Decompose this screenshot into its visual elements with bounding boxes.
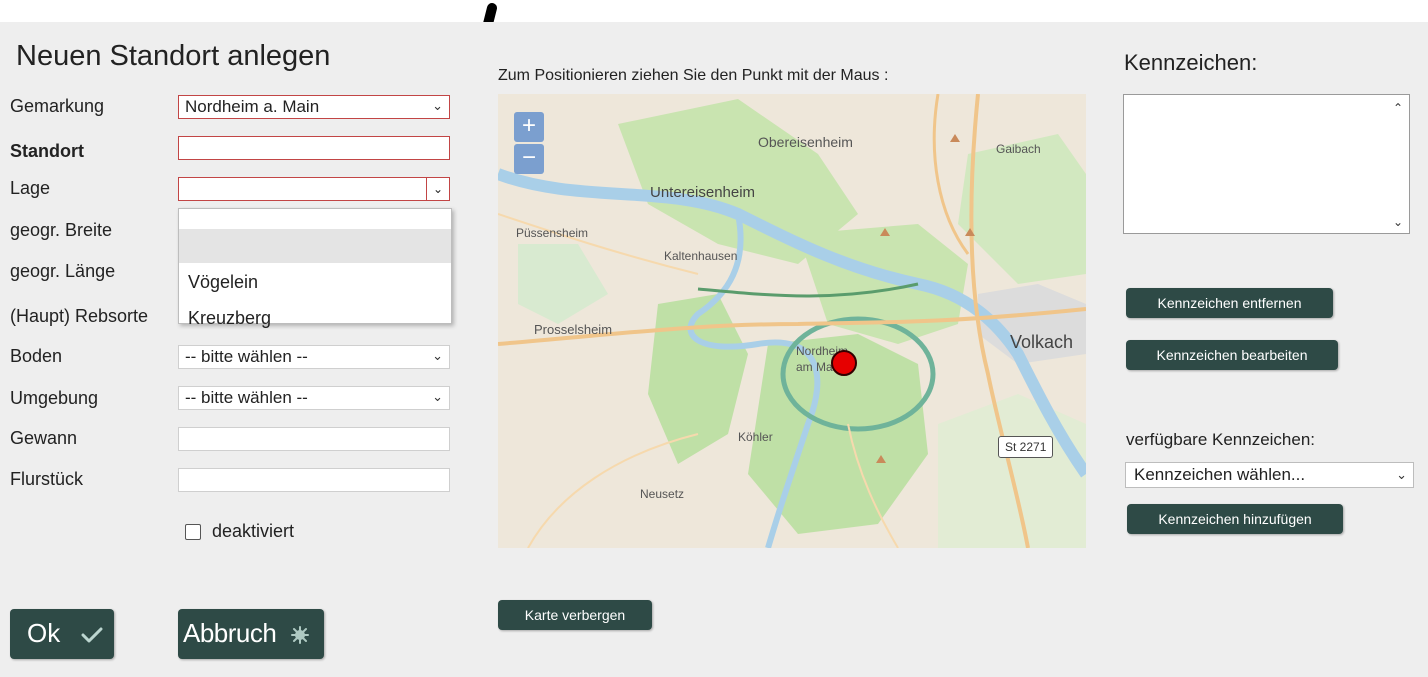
map-tiles <box>498 94 1086 548</box>
ok-label: Ok <box>27 618 61 648</box>
map-label-obereisenheim: Obereisenheim <box>758 134 853 150</box>
label-umgebung: Umgebung <box>10 388 99 408</box>
label-gemarkung: Gemarkung <box>10 96 105 116</box>
checkmark-icon <box>81 627 103 643</box>
gemarkung-select[interactable]: Nordheim a. Main ⌄ <box>178 95 450 119</box>
new-location-dialog: Neuen Standort anlegen Gemarkung Nordhei… <box>0 22 1428 677</box>
gemarkung-value: Nordheim a. Main <box>185 97 320 116</box>
cancel-icon <box>291 626 309 644</box>
kennzeichen-title: Kennzeichen: <box>1124 50 1258 75</box>
zoom-out-button[interactable]: − <box>514 144 544 174</box>
map-label-kaltenhausen: Kaltenhausen <box>664 249 738 263</box>
location-marker[interactable] <box>831 350 857 376</box>
hide-map-button[interactable]: Karte verbergen <box>498 600 652 630</box>
label-geogr-laenge: geogr. Länge <box>10 261 116 281</box>
map-label-puessensheim: Püssensheim <box>516 226 589 240</box>
label-geogr-breite: geogr. Breite <box>10 220 113 240</box>
map-label-neusetz: Neusetz <box>640 487 685 501</box>
boden-select[interactable]: -- bitte wählen -- ⌄ <box>178 345 450 369</box>
map-label-koehler: Köhler <box>738 430 773 444</box>
deaktiviert-checkbox[interactable] <box>185 524 201 540</box>
chevron-down-icon[interactable]: ⌄ <box>426 178 449 200</box>
gewann-input[interactable] <box>178 427 450 451</box>
map-label-untereisenheim: Untereisenheim <box>650 184 756 201</box>
chevron-down-icon: ⌄ <box>432 98 443 113</box>
lage-value <box>179 178 185 197</box>
lage-option-empty[interactable] <box>179 229 451 263</box>
chevron-down-icon: ⌄ <box>432 389 443 404</box>
lage-option-kreuzberg[interactable]: Kreuzberg <box>179 301 451 335</box>
kennzeichen-listbox[interactable]: ⌃ ⌄ <box>1123 94 1410 234</box>
chevron-down-icon[interactable]: ⌄ <box>1393 215 1403 229</box>
lage-select[interactable]: ⌄ <box>178 177 450 201</box>
zoom-in-button[interactable]: + <box>514 112 544 142</box>
chevron-down-icon: ⌄ <box>1396 467 1407 482</box>
label-lage: Lage <box>10 178 51 198</box>
label-flurstueck: Flurstück <box>10 469 84 489</box>
label-boden: Boden <box>10 346 63 366</box>
boden-value: -- bitte wählen -- <box>185 347 308 366</box>
kennzeichen-entfernen-button[interactable]: Kennzeichen entfernen <box>1126 288 1333 318</box>
umgebung-select[interactable]: -- bitte wählen -- ⌄ <box>178 386 450 410</box>
deaktiviert-label: deaktiviert <box>212 521 295 541</box>
chevron-up-icon[interactable]: ⌃ <box>1393 101 1403 115</box>
label-gewann: Gewann <box>10 428 78 448</box>
abbruch-button[interactable]: Abbruch <box>178 609 324 659</box>
ok-button[interactable]: Ok <box>10 609 114 659</box>
umgebung-value: -- bitte wählen -- <box>185 388 308 407</box>
kennzeichen-hinzufuegen-button[interactable]: Kennzeichen hinzufügen <box>1127 504 1343 534</box>
road-sign-st2271: St 2271 <box>998 436 1054 458</box>
abbruch-label: Abbruch <box>183 618 277 648</box>
label-rebsorte: (Haupt) Rebsorte <box>10 306 149 326</box>
verfuegbare-kennzeichen-label: verfügbare Kennzeichen: <box>1126 430 1316 449</box>
kennzeichen-select[interactable]: Kennzeichen wählen... ⌄ <box>1125 462 1414 488</box>
label-standort: Standort <box>10 141 84 161</box>
lage-dropdown-list: Vögelein Kreuzberg <box>178 208 452 328</box>
chevron-down-icon: ⌄ <box>432 348 443 363</box>
kennzeichen-bearbeiten-button[interactable]: Kennzeichen bearbeiten <box>1126 340 1338 370</box>
dialog-title: Neuen Standort anlegen <box>16 40 331 72</box>
standort-input[interactable] <box>178 136 450 160</box>
map-label-prosselsheim: Prosselsheim <box>534 322 613 337</box>
map-label-gaibach: Gaibach <box>996 142 1041 156</box>
map-hint-text: Zum Positionieren ziehen Sie den Punkt m… <box>498 67 889 84</box>
lage-option-voegelein[interactable]: Vögelein <box>179 265 451 299</box>
map-label-volkach: Volkach <box>1010 332 1074 352</box>
kennzeichen-select-value: Kennzeichen wählen... <box>1134 465 1306 484</box>
flurstueck-input[interactable] <box>178 468 450 492</box>
location-map[interactable]: Obereisenheim Gaibach Untereisenheim Püs… <box>498 94 1086 548</box>
